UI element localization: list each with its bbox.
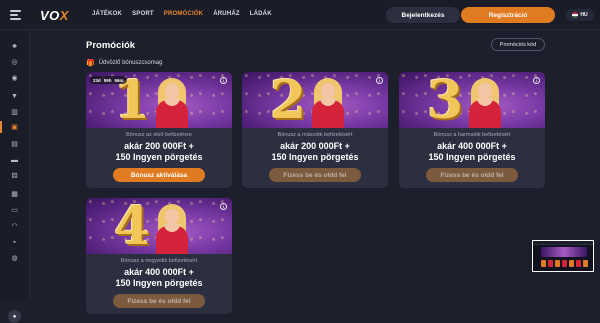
nav-item-promotions[interactable]: PROMÓCIÓK	[164, 11, 203, 17]
bonus-card-banner: 3 i	[399, 72, 545, 128]
slot-icon[interactable]: ▦	[10, 191, 19, 198]
hostess-illustration	[308, 76, 348, 128]
register-button[interactable]: Regisztráció	[461, 7, 555, 23]
info-icon[interactable]: i	[533, 77, 540, 84]
cards-icon[interactable]: ♣	[10, 43, 19, 50]
sidebar: ♣ ◎ ◉ ▣ ▼ ▥ ▤ ▬ ⚄ ▦ ▭ ◠ ▪ ◍ ●	[0, 31, 30, 323]
nav-item-boxes[interactable]: LÁDÁK	[250, 11, 272, 17]
hostess-illustration	[152, 76, 192, 128]
nav-item-shop[interactable]: ÁRUHÁZ	[213, 11, 240, 17]
trophy-icon[interactable]: ▼	[10, 93, 19, 100]
info-icon[interactable]: i	[376, 77, 383, 84]
screen-preview-thumbnail[interactable]	[532, 240, 594, 272]
bonus-card-banner: 1 23d 59h 56m i	[86, 72, 232, 128]
dice-icon[interactable]: ⚄	[10, 173, 19, 180]
cards-stack-icon[interactable]: ▤	[10, 141, 19, 148]
language-selector[interactable]: HU	[566, 9, 594, 21]
support-icon[interactable]: ◍	[10, 255, 19, 262]
news-icon[interactable]: ▪	[10, 239, 19, 246]
bonus-spins: 150 Ingyen pörgetés	[115, 151, 203, 162]
bonus-spins: 150 Ingyen pörgetés	[271, 151, 359, 162]
countdown-timer: 23d 59h 56m	[90, 76, 127, 84]
main-nav: JÁTÉKOK SPORT PROMÓCIÓK ÁRUHÁZ LÁDÁK	[92, 11, 282, 17]
bonus-card-4: 4 i Bónusz a negyedik befizetésért akár …	[86, 198, 232, 314]
deposit-unlock-button[interactable]: Fizess be és oldd fel	[269, 168, 361, 182]
bonus-card-banner: 2 i	[242, 72, 388, 128]
sidebar-active-marker	[0, 121, 2, 133]
bonus-card-banner: 4 i	[86, 198, 232, 254]
section-title: Üdvözlő bónuszcsomag	[98, 60, 163, 66]
gift-icon: 🎁	[86, 60, 95, 67]
bonus-number: 2	[270, 72, 307, 131]
nav-item-sport[interactable]: SPORT	[132, 11, 154, 17]
bonus-amount: akár 200 000Ft +	[280, 141, 350, 151]
bonus-spins: 150 Ingyen pörgetés	[115, 277, 203, 288]
bonus-card-3: 3 i Bónusz a harmadik befizetésért akár …	[399, 72, 545, 188]
deposit-unlock-button[interactable]: Fizess be és oldd fel	[113, 294, 205, 308]
bonus-amount: akár 400 000Ft +	[437, 141, 507, 151]
deposit-unlock-button[interactable]: Fizess be és oldd fel	[426, 168, 518, 182]
target-icon[interactable]: ◎	[10, 59, 19, 66]
wifi-icon[interactable]: ◠	[10, 223, 19, 230]
chat-icon[interactable]: ●	[8, 310, 21, 323]
bonus-card-2: 2 i Bónusz a második befizetésért akár 2…	[242, 72, 388, 188]
menu-icon[interactable]	[10, 10, 21, 20]
bonus-number: 4	[114, 198, 151, 257]
hostess-illustration	[465, 76, 505, 128]
bonus-subtitle: Bónusz a második befizetésért	[277, 132, 353, 138]
bonus-subtitle: Bónusz a negyedik befizetésért	[120, 258, 198, 264]
bonus-spins: 150 Ingyen pörgetés	[428, 151, 516, 162]
section-header: 🎁 Üdvözlő bónuszcsomag	[86, 59, 162, 67]
promo-code-button[interactable]: Promóciós kód	[491, 38, 545, 51]
logo[interactable]: VOX	[40, 8, 69, 23]
info-icon[interactable]: i	[220, 203, 227, 210]
bonus-amount: akár 200 000Ft +	[124, 141, 194, 151]
hostess-illustration	[152, 202, 192, 254]
city-icon[interactable]: ▥	[10, 109, 19, 116]
login-button[interactable]: Bejelentkezés	[386, 7, 460, 23]
language-code: HU	[580, 12, 588, 18]
page-title: Promóciók	[86, 40, 136, 51]
hungary-flag-icon	[572, 12, 579, 18]
live-icon[interactable]: ◉	[10, 75, 19, 82]
bonus-amount: akár 400 000Ft +	[124, 267, 194, 277]
bonus-number: 3	[427, 72, 464, 131]
ticket-icon[interactable]: ▬	[10, 157, 19, 164]
nav-item-games[interactable]: JÁTÉKOK	[92, 11, 122, 17]
info-icon[interactable]: i	[220, 77, 227, 84]
bonus-card-1: 1 23d 59h 56m i Bónusz az első befizetésre…	[86, 72, 232, 188]
top-bar: VOX JÁTÉKOK SPORT PROMÓCIÓK ÁRUHÁZ LÁDÁK…	[0, 0, 600, 30]
bonus-subtitle: Bónusz a harmadik befizetésért	[433, 132, 511, 138]
gift-icon[interactable]: ▣	[10, 124, 19, 131]
table-icon[interactable]: ▭	[10, 207, 19, 214]
bonus-subtitle: Bónusz az első befizetésre	[126, 132, 192, 138]
activate-bonus-button[interactable]: Bónusz aktiválása	[113, 168, 205, 182]
